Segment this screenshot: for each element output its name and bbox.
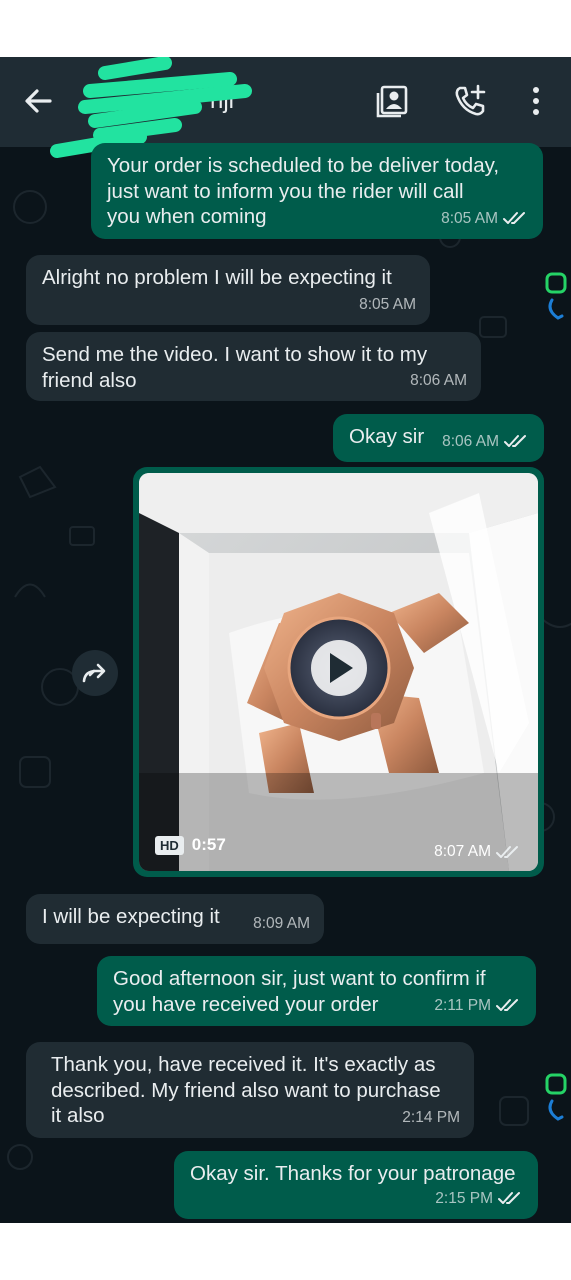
- forward-icon: [82, 663, 106, 683]
- chat-screen: nji Your order is scheduled to be delive…: [0, 57, 571, 1223]
- read-ticks-icon: [496, 846, 518, 858]
- message-meta: 2:11 PM: [434, 993, 522, 1019]
- message-incoming[interactable]: I will be expecting it 8:09 AM: [26, 894, 324, 944]
- floating-call-handle[interactable]: [544, 1073, 568, 1125]
- message-meta: 8:05 AM: [359, 292, 416, 318]
- read-ticks-icon: [498, 1192, 520, 1205]
- message-text: I will be expecting it: [42, 905, 220, 928]
- message-meta: 8:07 AM: [434, 843, 522, 861]
- message-meta: 8:05 AM: [441, 206, 529, 232]
- message-meta: 2:14 PM: [402, 1105, 460, 1131]
- message-text: Okay sir: [349, 425, 425, 448]
- message-incoming[interactable]: Thank you, have received it. It's exactl…: [26, 1042, 474, 1138]
- message-time: 2:14 PM: [402, 1108, 460, 1126]
- message-time: 8:09 AM: [253, 914, 310, 932]
- message-meta: 8:09 AM: [253, 911, 310, 937]
- add-call-icon[interactable]: [452, 83, 488, 119]
- video-duration: 0:57: [191, 835, 226, 854]
- message-text: Thank you, have received it. It's exactl…: [51, 1053, 441, 1127]
- message-outgoing[interactable]: Okay sir. Thanks for your patronage 2:15…: [174, 1151, 538, 1219]
- message-text: Send me the video. I want to show it to …: [42, 343, 428, 392]
- message-time: 2:11 PM: [434, 996, 491, 1014]
- message-outgoing[interactable]: Good afternoon sir, just want to confirm…: [97, 956, 536, 1026]
- forward-button[interactable]: [72, 650, 118, 696]
- message-incoming[interactable]: Send me the video. I want to show it to …: [26, 332, 481, 401]
- hd-badge: HD: [155, 835, 184, 855]
- message-time: 8:07 AM: [434, 843, 491, 860]
- message-meta: 8:06 AM: [442, 429, 530, 455]
- video-info: HD 0:57: [155, 835, 226, 855]
- read-ticks-icon: [504, 435, 526, 448]
- message-outgoing[interactable]: Okay sir 8:06 AM: [333, 414, 544, 462]
- watch-box-image: [139, 473, 538, 871]
- message-time: 8:05 AM: [441, 209, 498, 227]
- message-time: 8:05 AM: [359, 295, 416, 313]
- message-incoming[interactable]: Alright no problem I will be expecting i…: [26, 255, 430, 325]
- message-outgoing[interactable]: Your order is scheduled to be deliver to…: [91, 143, 543, 239]
- more-vert-icon[interactable]: [518, 83, 554, 119]
- message-text: Alright no problem I will be expecting i…: [42, 266, 392, 289]
- message-time: 8:06 AM: [410, 371, 467, 389]
- video-message[interactable]: HD 0:57 8:07 AM: [133, 467, 544, 877]
- message-text: Good afternoon sir, just want to confirm…: [113, 967, 486, 1016]
- message-time: 2:15 PM: [435, 1189, 493, 1207]
- read-ticks-icon: [503, 212, 525, 225]
- message-meta: 2:15 PM: [435, 1186, 524, 1212]
- video-thumbnail[interactable]: HD 0:57 8:07 AM: [139, 473, 538, 871]
- contact-card-icon[interactable]: [375, 83, 411, 119]
- read-ticks-icon: [496, 999, 518, 1012]
- message-meta: 8:06 AM: [410, 368, 467, 394]
- message-time: 8:06 AM: [442, 432, 499, 450]
- message-text: Okay sir. Thanks for your patronage: [190, 1162, 516, 1185]
- chat-header: nji: [0, 57, 571, 158]
- floating-call-handle[interactable]: [544, 272, 568, 324]
